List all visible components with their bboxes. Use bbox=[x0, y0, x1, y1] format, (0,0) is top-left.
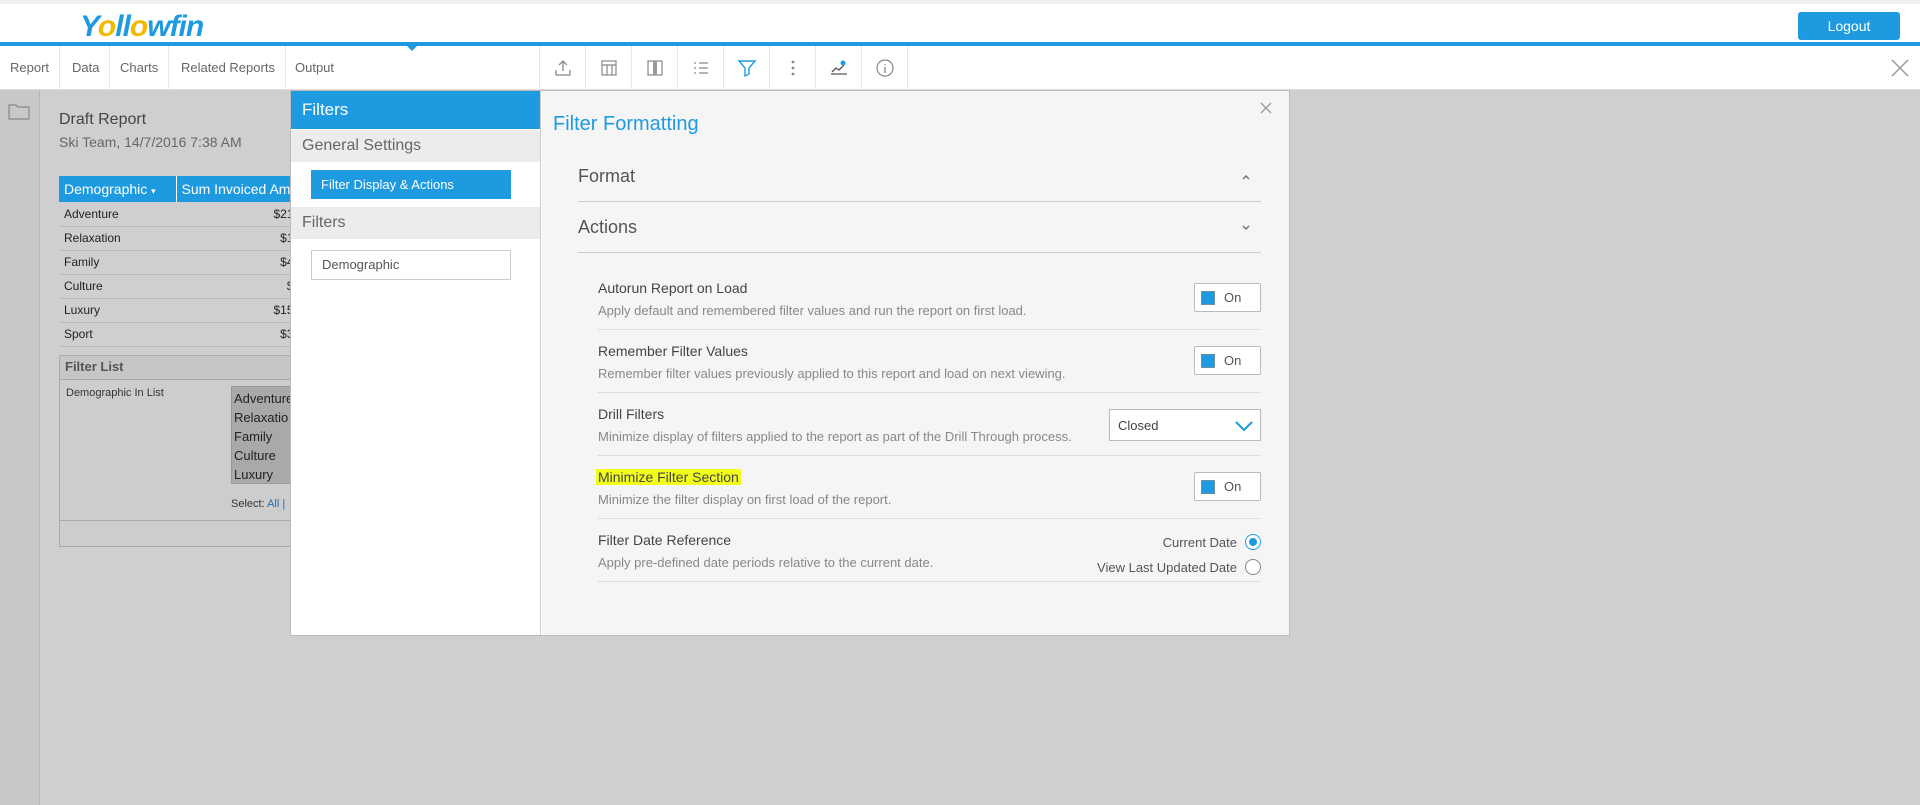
info-button[interactable] bbox=[862, 46, 908, 90]
tab-report[interactable]: Report bbox=[0, 46, 61, 90]
filter-list-title: Filter List bbox=[60, 356, 298, 380]
drill-filters-select[interactable]: Closed bbox=[1109, 409, 1261, 441]
tab-data[interactable]: Data bbox=[62, 46, 111, 90]
filter-list-select: Select: All | bbox=[231, 498, 286, 510]
table-row: Culture$ bbox=[59, 274, 299, 299]
accordion-format[interactable]: Format bbox=[578, 152, 1261, 202]
report-title: Draft Report bbox=[59, 111, 147, 128]
filter-list-panel: Filter List Demographic In List Adventur… bbox=[59, 355, 300, 547]
radio-current-date[interactable]: Current Date bbox=[1163, 532, 1261, 552]
filter-list-label: Demographic In List bbox=[66, 387, 164, 399]
column-header-sum-invoiced[interactable]: Sum Invoiced Am bbox=[176, 176, 299, 202]
table-row: Sport $3 bbox=[59, 322, 299, 347]
folder-icon[interactable] bbox=[8, 102, 30, 120]
table-row: Relaxation $1 bbox=[59, 226, 299, 251]
tab-charts[interactable]: Charts bbox=[110, 46, 170, 90]
filter-button[interactable] bbox=[724, 46, 770, 90]
list-icon bbox=[693, 62, 708, 74]
info-icon bbox=[875, 59, 894, 77]
radio-view-last-updated[interactable]: View Last Updated Date bbox=[1097, 557, 1261, 577]
minimize-filter-toggle[interactable]: On bbox=[1194, 472, 1261, 501]
close-icon[interactable] bbox=[1890, 58, 1910, 78]
report-nav-bar: Report Data Charts Related Reports Outpu… bbox=[0, 46, 1920, 90]
radio-button[interactable] bbox=[1245, 559, 1261, 575]
table-row: Family $4 bbox=[59, 250, 299, 275]
remember-filters-toggle[interactable]: On bbox=[1194, 346, 1261, 375]
more-vertical-icon bbox=[791, 60, 794, 76]
yellowfin-logo: Yollowfin bbox=[80, 10, 204, 43]
list-button[interactable] bbox=[678, 46, 724, 90]
sidebar-item-filter-display[interactable]: Filter Display & Actions bbox=[311, 170, 511, 199]
more-button[interactable] bbox=[770, 46, 816, 90]
table-row: Luxury $15 bbox=[59, 298, 299, 323]
table-icon bbox=[600, 60, 617, 76]
setting-minimize-filter: Minimize Filter Section Minimize the fil… bbox=[596, 456, 1261, 519]
sidebar-item-demographic[interactable]: Demographic bbox=[311, 250, 511, 280]
export-button[interactable] bbox=[540, 46, 586, 90]
modal-main: Filter Formatting Format Actions Autorun… bbox=[542, 91, 1289, 635]
modal-title: Filter Formatting bbox=[553, 113, 699, 135]
logout-button[interactable]: Logout bbox=[1798, 12, 1900, 40]
setting-remember-filters: Remember Filter Values Remember filter v… bbox=[598, 330, 1261, 393]
chevron-up-icon bbox=[1242, 174, 1250, 180]
chevron-down-icon bbox=[1235, 421, 1253, 432]
table-button[interactable] bbox=[586, 46, 632, 90]
chart-settings-icon bbox=[830, 60, 847, 75]
left-rail bbox=[0, 90, 40, 805]
export-icon bbox=[554, 60, 571, 76]
close-icon[interactable] bbox=[1259, 101, 1273, 115]
columns-button[interactable] bbox=[632, 46, 678, 90]
radio-button[interactable] bbox=[1245, 534, 1261, 550]
sidebar-section-general: General Settings bbox=[291, 130, 540, 162]
table-row: Adventure $21 bbox=[59, 202, 299, 227]
setting-filter-date-reference: Filter Date Reference Apply pre-defined … bbox=[598, 519, 1261, 582]
accordion-actions[interactable]: Actions bbox=[578, 203, 1261, 253]
report-subtitle: Ski Team, 14/7/2016 7:38 AM bbox=[59, 134, 242, 150]
autorun-toggle[interactable]: On bbox=[1194, 283, 1261, 312]
filters-modal: Filters General Settings Filter Display … bbox=[290, 90, 1290, 636]
setting-autorun: Autorun Report on Load Apply default and… bbox=[598, 267, 1261, 330]
tab-related-reports[interactable]: Related Reports bbox=[171, 46, 286, 90]
filter-list-footer bbox=[60, 520, 298, 546]
filter-icon bbox=[736, 60, 757, 78]
sidebar-title: Filters bbox=[291, 91, 540, 129]
chevron-down-icon bbox=[1242, 225, 1250, 231]
modal-sidebar: Filters General Settings Filter Display … bbox=[291, 91, 541, 635]
columns-icon bbox=[646, 60, 663, 76]
chart-settings-button[interactable] bbox=[816, 46, 862, 90]
report-table: Demographic ▾ Sum Invoiced Am Adventure $… bbox=[59, 176, 299, 347]
setting-drill-filters: Drill Filters Minimize display of filter… bbox=[598, 393, 1261, 456]
select-all-link[interactable]: All bbox=[267, 498, 279, 510]
tab-output[interactable]: Output bbox=[285, 46, 540, 90]
column-header-demographic[interactable]: Demographic ▾ bbox=[59, 176, 177, 202]
top-header: Yollowfin Logout bbox=[0, 0, 1920, 46]
sidebar-section-filters: Filters bbox=[291, 207, 540, 239]
